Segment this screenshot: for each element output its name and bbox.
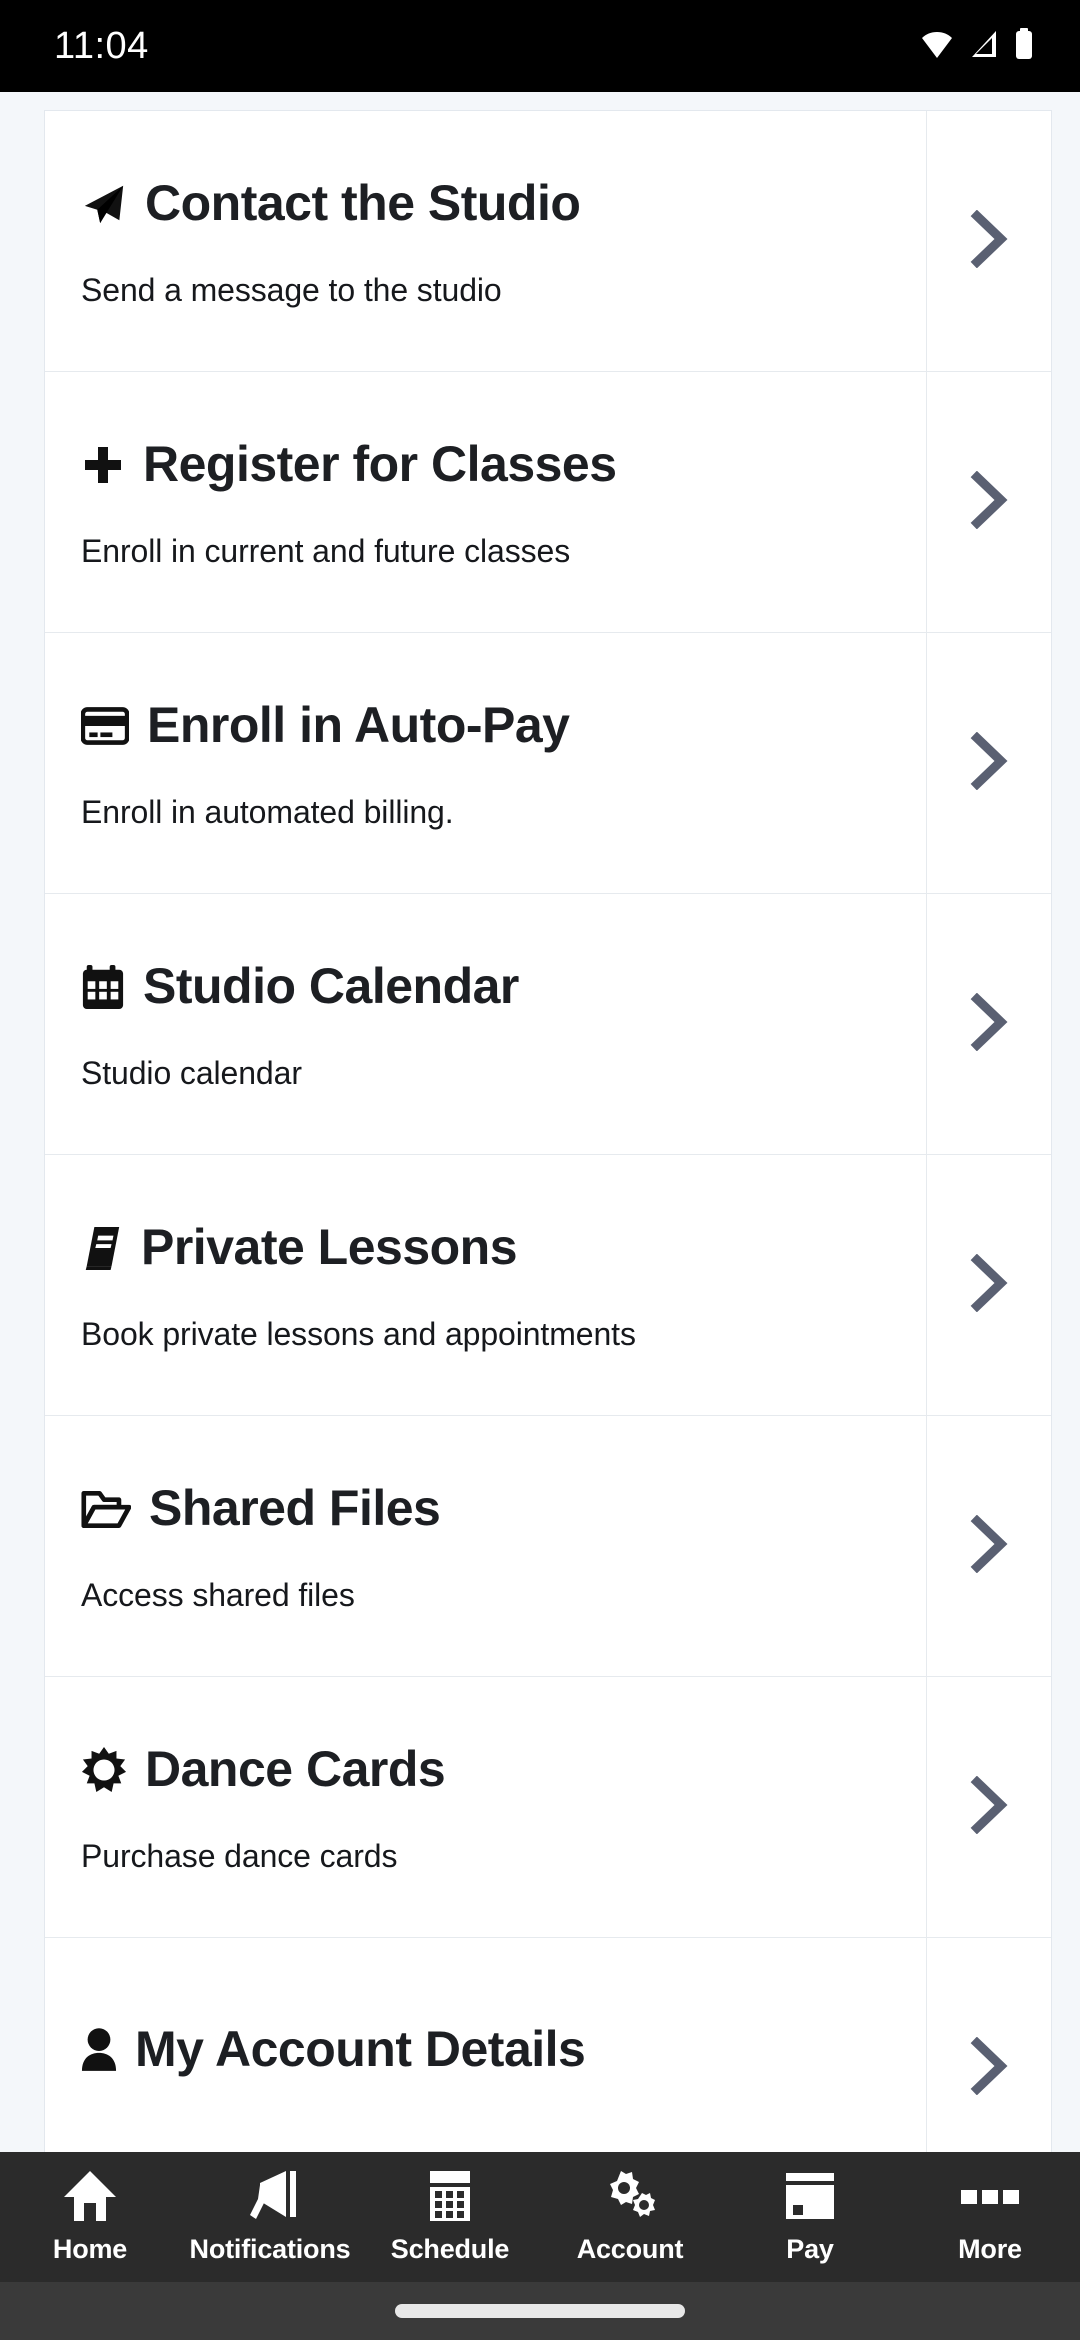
book-icon (81, 1224, 123, 1272)
chevron-right-icon (967, 2036, 1011, 2100)
calendar-grid-icon (425, 2168, 475, 2224)
ellipsis-icon (959, 2168, 1021, 2224)
nav-label: Schedule (390, 2234, 510, 2264)
menu-item-title: Register for Classes (143, 436, 617, 493)
nav-label: Home (52, 2234, 128, 2264)
menu-item-chevron-cell[interactable] (927, 894, 1051, 1154)
chevron-right-icon (967, 1775, 1011, 1839)
menu-item-title: Studio Calendar (143, 958, 519, 1015)
status-bar: 11:04 (0, 0, 1080, 92)
menu-item-register-for-classes[interactable]: Register for Classes Enroll in current a… (45, 372, 1051, 633)
menu-item-title: Private Lessons (141, 1219, 518, 1276)
menu-item-title-row: Enroll in Auto-Pay (81, 699, 926, 752)
chevron-right-icon (967, 731, 1011, 795)
payment-card-icon (782, 2168, 838, 2224)
battery-icon (1014, 27, 1034, 65)
menu-item-subtitle: Purchase dance cards (81, 1837, 398, 1874)
menu-item-title: My Account Details (135, 2021, 586, 2078)
menu-item-title: Contact the Studio (145, 175, 581, 232)
menu-item-subtitle: Studio calendar (81, 1054, 302, 1091)
menu-item-studio-calendar[interactable]: Studio Calendar Studio calendar (45, 894, 1051, 1155)
person-icon (81, 2027, 117, 2073)
menu-item-title-row: Shared Files (81, 1482, 926, 1535)
chevron-right-icon (967, 1514, 1011, 1578)
credit-card-icon (81, 705, 129, 747)
nav-label: Pay (786, 2234, 834, 2264)
menu-item-title: Enroll in Auto-Pay (147, 697, 570, 754)
menu-item-title-row: Register for Classes (81, 438, 926, 491)
chevron-right-icon (967, 992, 1011, 1056)
menu-item-chevron-cell[interactable] (927, 1677, 1051, 1937)
nav-item-notifications[interactable]: Notifications (187, 2168, 353, 2265)
menu-item-chevron-cell[interactable] (927, 633, 1051, 893)
menu-item-dance-cards[interactable]: Dance Cards Purchase dance cards (45, 1677, 1051, 1938)
menu-item-content: Dance Cards Purchase dance cards (45, 1677, 927, 1937)
cellular-signal-icon (968, 29, 1000, 64)
gesture-handle[interactable] (395, 2304, 685, 2318)
nav-item-account[interactable]: Account (547, 2168, 713, 2265)
home-icon (62, 2168, 118, 2224)
menu-item-content: Register for Classes Enroll in current a… (45, 372, 927, 632)
menu-item-content: Private Lessons Book private lessons and… (45, 1155, 927, 1415)
nav-label: Notifications (189, 2234, 351, 2264)
menu-item-chevron-cell[interactable] (927, 1155, 1051, 1415)
status-icon-group (920, 27, 1034, 65)
bottom-navigation-bar: Home Notifications Schedule Account Pay … (0, 2152, 1080, 2340)
menu-item-content: Studio Calendar Studio calendar (45, 894, 927, 1154)
menu-item-content: Shared Files Access shared files (45, 1416, 927, 1676)
menu-item-subtitle: Book private lessons and appointments (81, 1315, 636, 1352)
menu-item-content: Contact the Studio Send a message to the… (45, 111, 927, 371)
nav-item-home[interactable]: Home (7, 2168, 173, 2265)
menu-item-subtitle: Enroll in automated billing. (81, 793, 454, 830)
menu-item-content: My Account Details (45, 1938, 927, 2152)
megaphone-icon (240, 2168, 300, 2224)
menu-item-title-row: Private Lessons (81, 1221, 926, 1274)
menu-item-subtitle: Access shared files (81, 1576, 355, 1613)
calendar-icon (81, 963, 125, 1011)
gears-icon (601, 2168, 659, 2224)
menu-item-subtitle: Send a message to the studio (81, 271, 502, 308)
chevron-right-icon (967, 209, 1011, 273)
chevron-right-icon (967, 1253, 1011, 1317)
menu-item-chevron-cell[interactable] (927, 111, 1051, 371)
menu-item-enroll-in-auto-pay[interactable]: Enroll in Auto-Pay Enroll in automated b… (45, 633, 1051, 894)
sun-burst-icon (81, 1746, 127, 1794)
menu-card-stack: Contact the Studio Send a message to the… (44, 110, 1052, 2152)
menu-item-title-row: Studio Calendar (81, 960, 926, 1013)
phone-screen: 11:04 Contact the Studio Send a message … (0, 0, 1080, 2340)
bottom-nav-items: Home Notifications Schedule Account Pay … (0, 2152, 1080, 2282)
menu-item-title-row: Contact the Studio (81, 177, 926, 230)
menu-item-title: Dance Cards (145, 1741, 446, 1798)
menu-item-chevron-cell[interactable] (927, 372, 1051, 632)
menu-item-chevron-cell[interactable] (927, 1416, 1051, 1676)
wifi-icon (920, 29, 954, 64)
plus-icon (81, 442, 125, 488)
nav-label: More (958, 2234, 1022, 2264)
status-time: 11:04 (54, 24, 149, 67)
nav-item-more[interactable]: More (907, 2168, 1073, 2265)
menu-item-subtitle: Enroll in current and future classes (81, 532, 571, 569)
menu-item-title: Shared Files (149, 1480, 441, 1537)
chevron-right-icon (967, 470, 1011, 534)
folder-open-icon (81, 1488, 131, 1530)
nav-label: Account (576, 2234, 684, 2264)
nav-item-schedule[interactable]: Schedule (367, 2168, 533, 2265)
nav-item-pay[interactable]: Pay (727, 2168, 893, 2265)
menu-item-title-row: My Account Details (81, 2023, 926, 2076)
menu-item-content: Enroll in Auto-Pay Enroll in automated b… (45, 633, 927, 893)
gesture-nav-area (0, 2282, 1080, 2340)
menu-item-chevron-cell[interactable] (927, 1938, 1051, 2152)
menu-item-private-lessons[interactable]: Private Lessons Book private lessons and… (45, 1155, 1051, 1416)
menu-item-my-account-details[interactable]: My Account Details (45, 1938, 1051, 2152)
menu-item-title-row: Dance Cards (81, 1743, 926, 1796)
paper-plane-icon (81, 181, 127, 227)
menu-scroll-area[interactable]: Contact the Studio Send a message to the… (0, 92, 1080, 2152)
menu-item-contact-the-studio[interactable]: Contact the Studio Send a message to the… (45, 111, 1051, 372)
menu-item-shared-files[interactable]: Shared Files Access shared files (45, 1416, 1051, 1677)
